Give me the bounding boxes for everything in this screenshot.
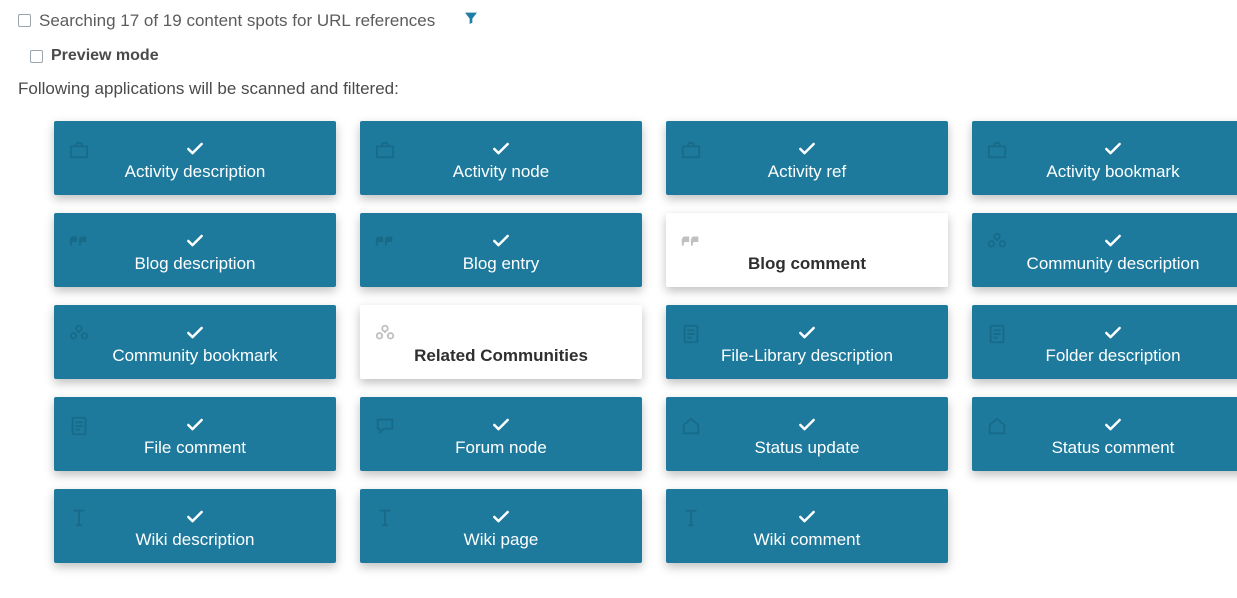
scan-description: Following applications will be scanned a… bbox=[18, 79, 1219, 99]
tile-community-bookmark[interactable]: Community bookmark bbox=[54, 305, 336, 379]
application-grid: Activity description Activity node Activit… bbox=[54, 121, 1219, 563]
check-icon bbox=[1102, 414, 1124, 436]
people-icon bbox=[68, 323, 90, 345]
tile-activity-bookmark[interactable]: Activity bookmark bbox=[972, 121, 1237, 195]
tile-activity-description[interactable]: Activity description bbox=[54, 121, 336, 195]
check-icon bbox=[490, 414, 512, 436]
check-icon bbox=[184, 414, 206, 436]
check-icon bbox=[490, 230, 512, 252]
tile-label: File-Library description bbox=[721, 346, 893, 366]
tile-label: Wiki description bbox=[135, 530, 254, 550]
tile-label: Activity description bbox=[125, 162, 266, 182]
check-icon bbox=[184, 138, 206, 160]
quote-icon bbox=[68, 231, 90, 253]
tile-status-comment[interactable]: Status comment bbox=[972, 397, 1237, 471]
tile-label: Wiki comment bbox=[754, 530, 861, 550]
file-icon bbox=[680, 323, 702, 345]
tile-activity-ref[interactable]: Activity ref bbox=[666, 121, 948, 195]
tile-label: Wiki page bbox=[464, 530, 539, 550]
check-icon bbox=[1102, 322, 1124, 344]
check-icon bbox=[796, 414, 818, 436]
tile-community-description[interactable]: Community description bbox=[972, 213, 1237, 287]
tile-blog-comment[interactable]: Blog comment bbox=[666, 213, 948, 287]
tile-label: Activity bookmark bbox=[1046, 162, 1179, 182]
tile-wiki-page[interactable]: Wiki page bbox=[360, 489, 642, 563]
people-icon bbox=[374, 323, 396, 345]
tile-folder-description[interactable]: Folder description bbox=[972, 305, 1237, 379]
tile-label: Blog comment bbox=[748, 254, 866, 274]
tile-label: Community description bbox=[1027, 254, 1200, 274]
check-icon bbox=[796, 322, 818, 344]
check-icon bbox=[184, 230, 206, 252]
quote-icon bbox=[680, 231, 702, 253]
check-icon bbox=[796, 506, 818, 528]
filter-icon[interactable] bbox=[463, 10, 479, 31]
quote-icon bbox=[374, 231, 396, 253]
check-icon bbox=[184, 322, 206, 344]
text-icon bbox=[68, 507, 90, 529]
check-icon bbox=[796, 138, 818, 160]
briefcase-icon bbox=[374, 139, 396, 161]
status-text: Searching 17 of 19 content spots for URL… bbox=[39, 11, 435, 31]
tile-wiki-comment[interactable]: Wiki comment bbox=[666, 489, 948, 563]
tile-file-library-description[interactable]: File-Library description bbox=[666, 305, 948, 379]
tile-label: Activity ref bbox=[768, 162, 846, 182]
preview-mode-checkbox[interactable] bbox=[30, 50, 43, 63]
text-icon bbox=[680, 507, 702, 529]
tile-label: Blog entry bbox=[463, 254, 540, 274]
preview-mode-label: Preview mode bbox=[51, 47, 159, 65]
briefcase-icon bbox=[680, 139, 702, 161]
tile-status-update[interactable]: Status update bbox=[666, 397, 948, 471]
check-icon bbox=[1102, 138, 1124, 160]
chat-icon bbox=[374, 415, 396, 437]
text-icon bbox=[374, 507, 396, 529]
home-icon bbox=[986, 415, 1008, 437]
briefcase-icon bbox=[986, 139, 1008, 161]
tile-label: Community bookmark bbox=[112, 346, 277, 366]
check-icon bbox=[490, 506, 512, 528]
tile-label: Related Communities bbox=[414, 346, 588, 366]
check-icon bbox=[490, 138, 512, 160]
home-icon bbox=[680, 415, 702, 437]
tile-label: Activity node bbox=[453, 162, 549, 182]
file-icon bbox=[986, 323, 1008, 345]
tile-wiki-description[interactable]: Wiki description bbox=[54, 489, 336, 563]
tile-blog-description[interactable]: Blog description bbox=[54, 213, 336, 287]
tile-label: Status update bbox=[755, 438, 860, 458]
check-icon bbox=[184, 506, 206, 528]
tile-label: Status comment bbox=[1052, 438, 1175, 458]
tile-label: Folder description bbox=[1045, 346, 1180, 366]
tile-label: File comment bbox=[144, 438, 246, 458]
file-icon bbox=[68, 415, 90, 437]
tile-activity-node[interactable]: Activity node bbox=[360, 121, 642, 195]
tile-related-communities[interactable]: Related Communities bbox=[360, 305, 642, 379]
tile-forum-node[interactable]: Forum node bbox=[360, 397, 642, 471]
searching-checkbox[interactable] bbox=[18, 14, 31, 27]
tile-blog-entry[interactable]: Blog entry bbox=[360, 213, 642, 287]
people-icon bbox=[986, 231, 1008, 253]
check-icon bbox=[1102, 230, 1124, 252]
tile-label: Blog description bbox=[135, 254, 256, 274]
briefcase-icon bbox=[68, 139, 90, 161]
tile-file-comment[interactable]: File comment bbox=[54, 397, 336, 471]
tile-label: Forum node bbox=[455, 438, 547, 458]
